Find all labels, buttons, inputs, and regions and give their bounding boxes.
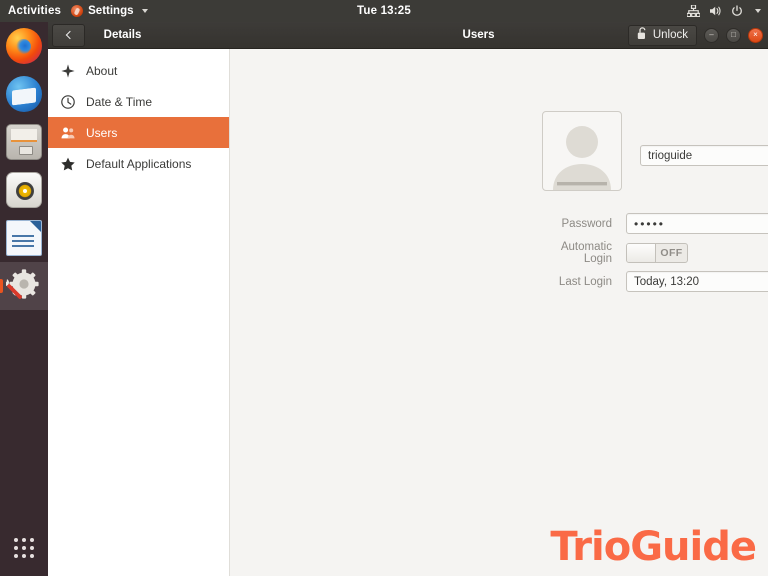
dock-item-libreoffice-writer[interactable]	[0, 214, 48, 262]
last-login-label: Last Login	[558, 275, 612, 288]
firefox-icon	[6, 28, 42, 64]
sidebar-item-label: About	[86, 63, 118, 78]
app-menu-label: Settings	[88, 5, 134, 17]
chevron-down-icon	[755, 9, 761, 13]
username-input[interactable]: trioguide	[640, 145, 768, 166]
activities-button[interactable]: Activities	[0, 5, 71, 17]
maximize-button[interactable]: □	[726, 27, 741, 43]
libreoffice-writer-icon	[6, 220, 42, 256]
minimize-button[interactable]: –	[704, 27, 719, 43]
users-icon	[60, 125, 75, 140]
user-silhouette-icon	[553, 126, 611, 190]
clock-button[interactable]: Tue 13:25	[357, 5, 411, 17]
user-identity-row: trioguide	[542, 111, 768, 191]
rhythmbox-icon	[6, 172, 42, 208]
automatic-login-toggle[interactable]: OFF	[626, 242, 688, 263]
row-password: Password •••••	[542, 209, 768, 238]
gnome-top-bar: Activities Settings Tue 13:25	[0, 0, 768, 22]
row-automatic-login: Automatic Login OFF	[542, 238, 768, 267]
settings-icon	[6, 268, 42, 304]
password-label: Password	[561, 217, 613, 230]
app-menu-settings[interactable]: Settings	[71, 5, 148, 17]
padlock-open-icon	[637, 27, 648, 43]
settings-sidebar: About Date & Time Users Default Applicat…	[48, 49, 230, 576]
apps-grid-icon	[14, 538, 34, 558]
users-panel: trioguide Password ••••• Automatic Login…	[230, 49, 768, 576]
close-button[interactable]: ×	[748, 27, 763, 43]
show-applications-button[interactable]	[0, 524, 48, 572]
ubuntu-desktop: Activities Settings Tue 13:25 Details Us…	[0, 0, 768, 576]
window-body: About Date & Time Users Default Applicat…	[48, 49, 768, 576]
star-icon	[60, 156, 75, 171]
sidebar-item-label: Users	[86, 125, 118, 140]
files-icon	[6, 124, 42, 160]
thunderbird-icon	[6, 76, 42, 112]
volume-icon	[709, 5, 722, 17]
dock-item-thunderbird[interactable]	[0, 70, 48, 118]
sidebar-item-label: Default Applications	[86, 156, 192, 171]
sidebar-item-about[interactable]: About	[48, 55, 229, 86]
window-titlebar: Details Users Unlock – □ ×	[48, 22, 768, 49]
watermark: TrioGuide	[550, 524, 757, 570]
settings-app-icon	[71, 5, 84, 17]
last-login-value: Today, 13:20	[626, 271, 768, 292]
password-field[interactable]: •••••	[626, 213, 768, 234]
titlebar-controls: Unlock – □ ×	[627, 24, 763, 46]
sidebar-item-default-applications[interactable]: Default Applications	[48, 148, 229, 179]
row-last-login: Last Login Today, 13:20	[542, 267, 768, 296]
network-icon	[687, 5, 700, 17]
sidebar-item-users[interactable]: Users	[48, 117, 229, 148]
sidebar-item-label: Date & Time	[86, 94, 153, 109]
ubuntu-dock	[0, 22, 48, 576]
clock-icon	[60, 94, 75, 109]
dock-item-files[interactable]	[0, 118, 48, 166]
unlock-label: Unlock	[652, 29, 688, 41]
avatar[interactable]	[542, 111, 622, 191]
dock-item-firefox[interactable]	[0, 22, 48, 70]
sidebar-item-date-and-time[interactable]: Date & Time	[48, 86, 229, 117]
automatic-login-label: Automatic Login	[560, 240, 612, 265]
power-icon	[731, 5, 743, 17]
user-settings-form: Password ••••• Automatic Login OFF Last …	[542, 209, 768, 296]
dock-item-settings[interactable]	[0, 262, 48, 310]
chevron-down-icon	[141, 9, 148, 13]
unlock-button[interactable]: Unlock	[627, 24, 697, 46]
toggle-state-label: OFF	[660, 246, 683, 259]
dock-item-rhythmbox[interactable]	[0, 166, 48, 214]
settings-window: Details Users Unlock – □ × About Date & …	[48, 22, 768, 576]
system-status-area[interactable]	[687, 5, 761, 17]
toggle-knob	[627, 243, 656, 262]
sparkle-icon	[60, 63, 75, 78]
